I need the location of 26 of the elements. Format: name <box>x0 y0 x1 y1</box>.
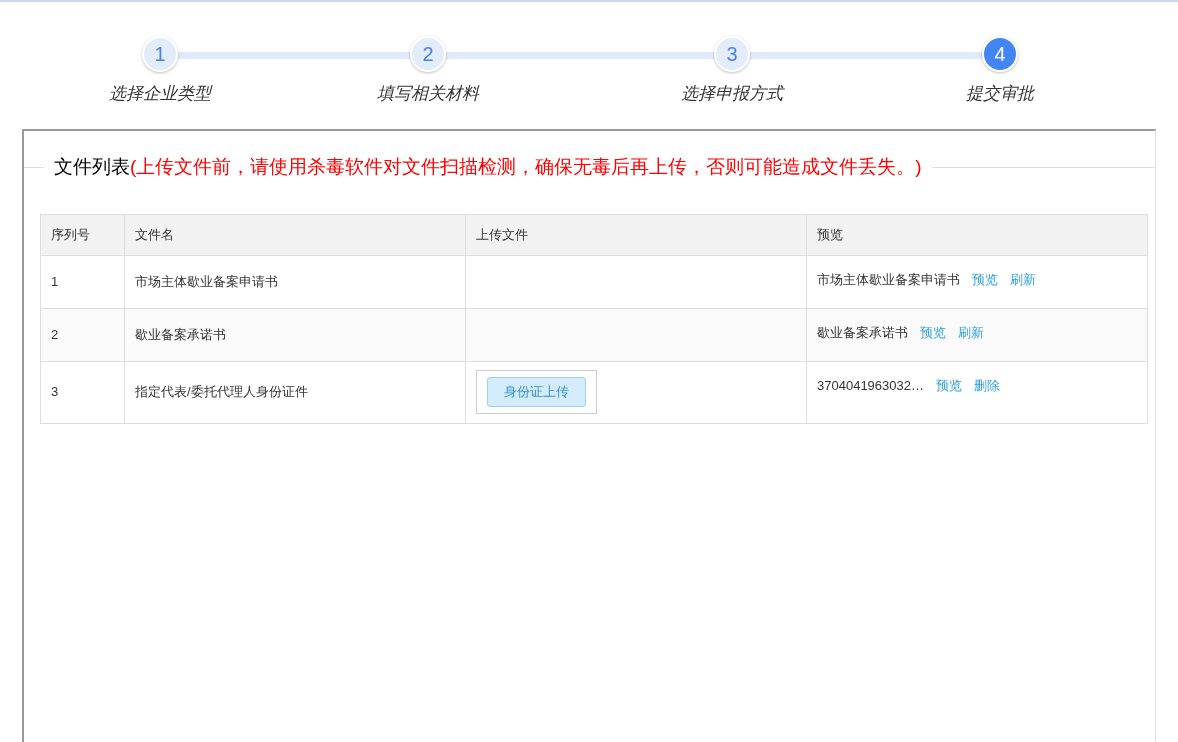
column-header: 文件名 <box>124 214 466 255</box>
table-cell: 市场主体歇业备案申请书 <box>124 255 466 308</box>
warning-text: (上传文件前，请使用杀毒软件对文件扫描检测，确保无毒后再上传，否则可能造成文件丢失。) <box>130 155 922 179</box>
action-link[interactable]: 刷新 <box>1010 269 1036 289</box>
column-header: 预览 <box>806 214 1148 255</box>
table-cell: 1 <box>40 255 125 308</box>
file-name: 歇业备案承诺书 <box>817 323 908 342</box>
section-title: 文件列表 <box>54 155 130 179</box>
file-name: 3704041963032… <box>817 376 924 395</box>
column-header: 序列号 <box>40 214 125 255</box>
step-label: 选择申报方式 <box>681 83 783 105</box>
table-cell: 指定代表/委托代理人身份证件 <box>124 361 466 423</box>
action-link[interactable]: 刷新 <box>958 322 984 342</box>
upload-button[interactable]: 身份证上传 <box>487 377 586 407</box>
action-link[interactable]: 预览 <box>972 269 998 289</box>
action-link[interactable]: 删除 <box>974 375 1000 395</box>
table-cell: 2 <box>40 308 125 361</box>
step-label: 选择企业类型 <box>109 83 211 105</box>
action-link[interactable]: 预览 <box>920 322 946 342</box>
column-header: 上传文件 <box>465 214 807 255</box>
step-label: 提交审批 <box>966 83 1034 105</box>
file-name: 市场主体歇业备案申请书 <box>817 270 960 289</box>
step-label: 填写相关材料 <box>377 83 479 105</box>
action-link[interactable]: 预览 <box>936 375 962 395</box>
table-cell: 歇业备案承诺书 <box>124 308 466 361</box>
table-cell: 3 <box>40 361 125 423</box>
